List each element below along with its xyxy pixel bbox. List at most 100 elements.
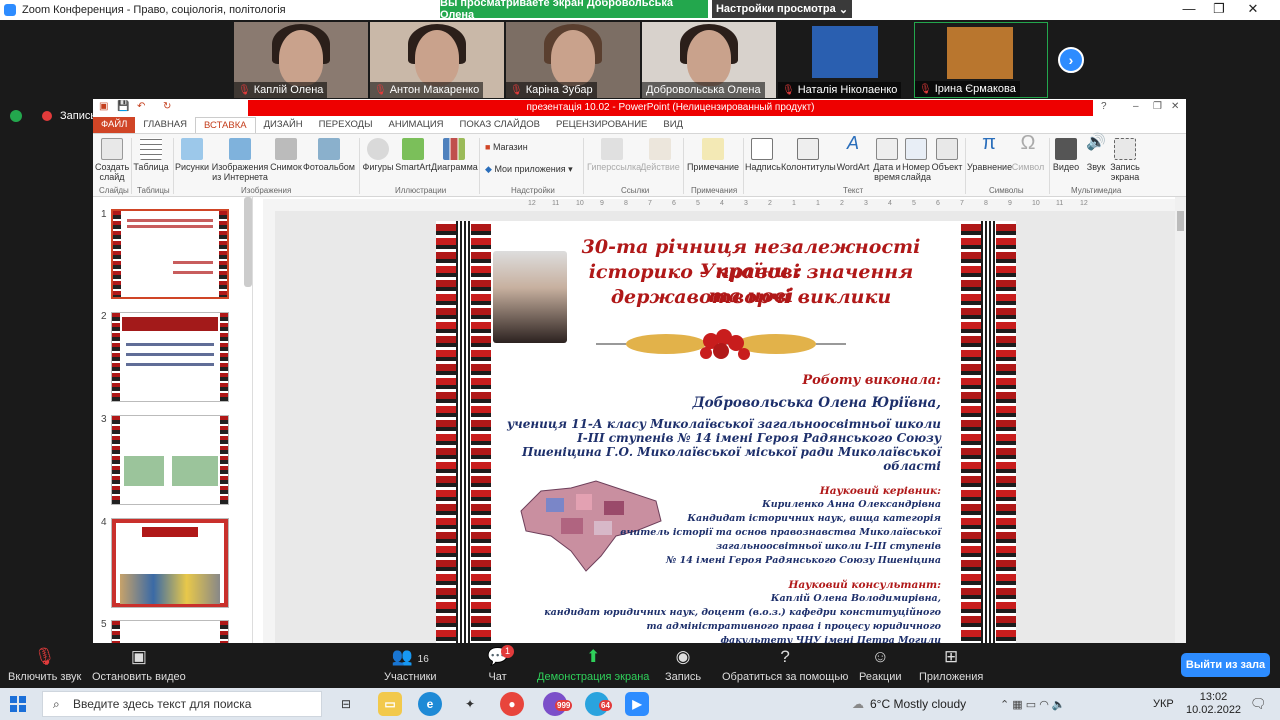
windows-start-icon[interactable] <box>10 696 26 712</box>
redo-icon[interactable]: ↻ <box>163 101 174 112</box>
next-page-button[interactable]: › <box>1058 47 1084 73</box>
notifications-icon[interactable]: 🗨 <box>1250 696 1267 712</box>
video-tile[interactable]: 🎙 Каплій Олена <box>234 22 368 98</box>
equation-button[interactable]: π Уравнение <box>967 132 1012 172</box>
video-button[interactable]: Видео <box>1051 138 1081 172</box>
slide[interactable]: 30-та річниця незалежності України : іст… <box>436 221 1016 643</box>
ribbon-tabs: ФАЙЛ ГЛАВНАЯ ВСТАВКА ДИЗАЙН ПЕРЕХОДЫ АНИ… <box>93 117 1186 133</box>
taskbar-search-input[interactable]: ⌕ Введите здесь текст для поиска <box>42 691 322 717</box>
video-tile[interactable]: 🎙 Каріна Зубар <box>506 22 640 98</box>
tab-slideshow[interactable]: ПОКАЗ СЛАЙДОВ <box>452 117 548 133</box>
smartart-icon <box>402 138 424 160</box>
edge-icon[interactable]: e <box>418 692 442 716</box>
action-button[interactable]: Действие <box>639 138 681 172</box>
weather-widget[interactable]: ☁ 6°C Mostly cloudy <box>852 688 966 720</box>
maximize-icon[interactable]: ❐ <box>1212 2 1226 16</box>
ruler-tick: 11 <box>1056 200 1064 207</box>
chrome-icon[interactable]: ● <box>500 692 524 716</box>
ruler-tick: 1 <box>792 200 796 207</box>
slide-thumbnail[interactable] <box>111 620 229 643</box>
store-button[interactable]: ■ Магазин <box>485 142 528 152</box>
ppt-title: презентація 10.02 - PowerPoint (Нелиценз… <box>248 100 1093 116</box>
video-tile[interactable]: 🎙 Антон Макаренко <box>370 22 504 98</box>
save-icon[interactable]: 💾 <box>117 101 129 112</box>
datetime-button[interactable]: Дата и время <box>871 138 903 182</box>
leave-room-button[interactable]: Выйти из зала <box>1181 653 1270 677</box>
vertical-scrollbar[interactable] <box>1175 197 1186 643</box>
header-footer-button[interactable]: Колонтитулы <box>781 138 836 172</box>
ppt-minimize-icon[interactable]: – <box>1133 101 1144 112</box>
hyperlink-button[interactable]: Гиперссылка <box>587 138 641 172</box>
share-icon: ⬆ <box>586 647 601 666</box>
wordart-button[interactable]: A WordArt <box>835 134 871 172</box>
slide-thumbnail[interactable] <box>111 518 229 608</box>
stop-video-button[interactable]: ▣ Остановить видео <box>92 647 186 683</box>
clock[interactable]: 13:02 10.02.2022 <box>1186 691 1241 717</box>
symbol-button[interactable]: Ω Символ <box>1011 133 1045 172</box>
slide-number-button[interactable]: Номер слайда <box>901 138 931 182</box>
chat-button[interactable]: 💬 1 Чат <box>487 645 515 683</box>
tab-animations[interactable]: АНИМАЦИЯ <box>381 117 452 133</box>
object-button[interactable]: Объект <box>931 138 963 172</box>
tab-review[interactable]: РЕЦЕНЗИРОВАНИЕ <box>548 117 655 133</box>
screenshot-button[interactable]: Снимок <box>269 138 303 172</box>
file-explorer-icon[interactable]: ▭ <box>378 692 402 716</box>
slide-thumbnail[interactable] <box>111 209 229 299</box>
supervisor-line: № 14 імені Героя Радянського Союзу Пшені… <box>665 555 941 566</box>
language-indicator[interactable]: УКР <box>1153 688 1174 720</box>
apps-button[interactable]: ⊞ Приложения <box>919 647 983 683</box>
help-icon[interactable]: ? <box>1101 101 1112 112</box>
minimize-icon[interactable]: — <box>1182 2 1196 16</box>
chart-button[interactable]: Диаграмма <box>431 138 478 172</box>
slide-thumbnail[interactable] <box>111 312 229 402</box>
supervisor-line: вчитель історії та основ правознавства М… <box>620 527 941 538</box>
tab-insert[interactable]: ВСТАВКА <box>195 117 256 133</box>
tab-design[interactable]: ДИЗАЙН <box>256 117 311 133</box>
share-screen-button[interactable]: ⬆ Демонстрация экрана <box>537 647 649 683</box>
video-tile[interactable]: Добровольська Олена <box>642 22 776 98</box>
close-icon[interactable]: ✕ <box>1246 2 1260 16</box>
record-button[interactable]: ◉ Запись <box>665 647 701 683</box>
screen-record-button[interactable]: Запись экрана <box>1109 138 1141 182</box>
pictures-button[interactable]: Рисунки <box>175 138 209 172</box>
ruler-tick: 9 <box>1008 200 1012 207</box>
zoom-taskbar-icon[interactable]: ▶ <box>625 692 649 716</box>
unmute-button[interactable]: 🎙 Включить звук <box>8 647 81 683</box>
task-view-icon[interactable]: ⊟ <box>334 692 358 716</box>
ask-help-button[interactable]: ? Обратиться за помощью <box>722 647 848 683</box>
smartart-button[interactable]: SmartArt <box>395 138 431 172</box>
record-icon <box>42 111 52 121</box>
table-button[interactable]: Таблица <box>133 138 169 172</box>
pi-icon: π <box>982 132 996 154</box>
telegram-icon[interactable]: 64 <box>585 692 612 716</box>
viber-icon[interactable]: 999 <box>543 692 573 716</box>
tab-file[interactable]: ФАЙЛ <box>93 117 136 133</box>
clock-date: 10.02.2022 <box>1186 704 1242 716</box>
reactions-button[interactable]: ☺ Реакции <box>859 647 902 683</box>
photo-album-button[interactable]: Фотоальбом <box>303 138 355 172</box>
thumbs-scrollbar[interactable] <box>244 197 252 287</box>
tray-icons[interactable]: ⌃ ▦ ▭ ◠ 🔈 <box>1000 688 1066 720</box>
video-tile[interactable]: 🎙 Наталія Ніколаенко <box>778 22 912 98</box>
tab-view[interactable]: ВИД <box>655 117 691 133</box>
tab-home[interactable]: ГЛАВНАЯ <box>135 117 195 133</box>
telegram-badge: 64 <box>599 700 612 711</box>
tab-transitions[interactable]: ПЕРЕХОДЫ <box>311 117 381 133</box>
online-pictures-button[interactable]: Изображения из Интернета <box>211 138 269 182</box>
comment-button[interactable]: Примечание <box>685 138 741 172</box>
undo-icon[interactable]: ↶ <box>137 101 148 112</box>
group-label: Надстройки <box>511 186 555 195</box>
audio-button[interactable]: 🔊 Звук <box>1083 135 1109 173</box>
video-tile[interactable]: 🎙 Ірина Єрмакова <box>914 22 1048 98</box>
ppt-close-icon[interactable]: ✕ <box>1171 101 1182 112</box>
slide-thumbnail[interactable] <box>111 415 229 505</box>
shapes-button[interactable]: Фигуры <box>361 138 395 172</box>
author-info-line: учениця 11-А класу Миколаївської загальн… <box>506 417 941 431</box>
view-options-button[interactable]: Настройки просмотра ⌄ <box>712 0 852 18</box>
ppt-restore-icon[interactable]: ❐ <box>1153 101 1164 112</box>
my-apps-button[interactable]: ◆ Мои приложения ▾ <box>485 164 573 174</box>
app-icon[interactable]: ✦ <box>458 692 482 716</box>
participants-button[interactable]: 👥 16 Участники <box>384 647 437 683</box>
textbox-button[interactable]: Надпись <box>745 138 781 172</box>
new-slide-button[interactable]: Создать слайд <box>95 138 129 182</box>
